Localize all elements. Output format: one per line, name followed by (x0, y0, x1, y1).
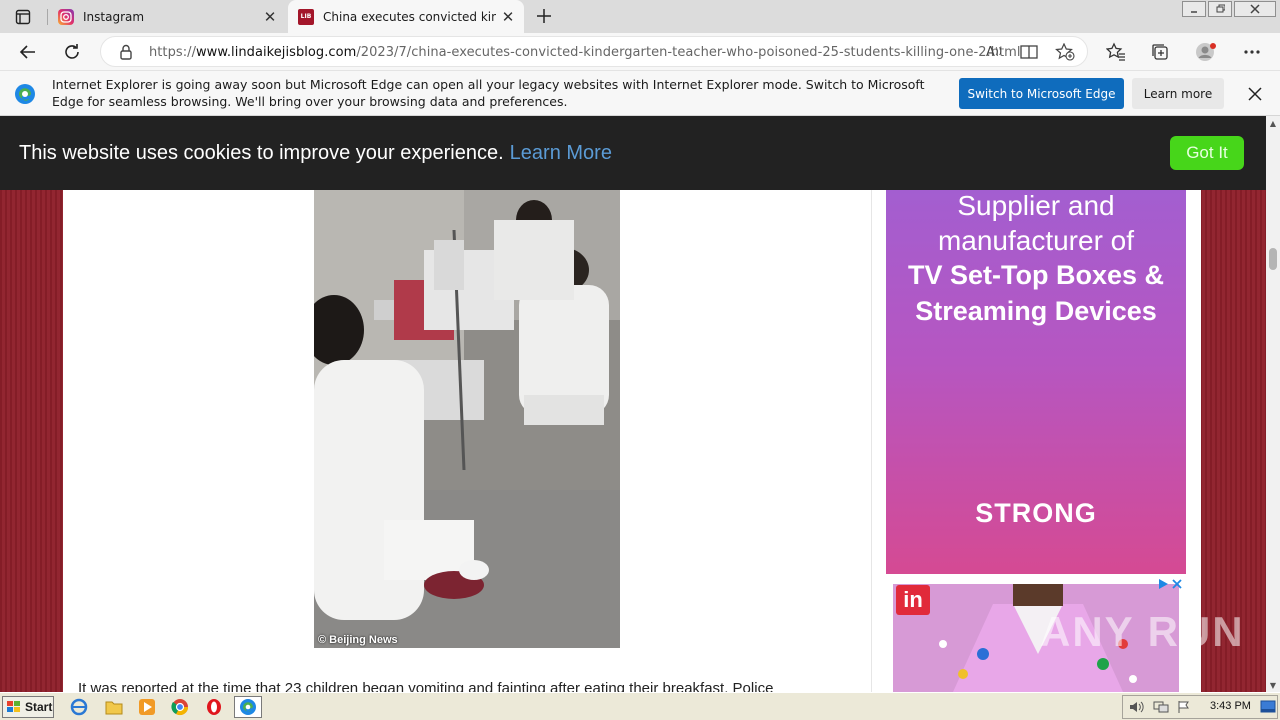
restore-button[interactable] (1208, 1, 1232, 17)
start-label: Start (25, 700, 53, 714)
tab-instagram[interactable]: Instagram ✕ (48, 0, 286, 33)
page-background: © Beijing News It was reported at the ti… (0, 116, 1266, 692)
new-tab-button[interactable] (532, 4, 556, 28)
ad-line: Streaming Devices (915, 296, 1157, 326)
more-menu-icon[interactable] (1238, 38, 1266, 66)
windows-taskbar: Start 3:43 PM (0, 692, 1280, 720)
ad-badge: in (896, 585, 930, 615)
favorites-icon[interactable] (1102, 38, 1130, 66)
close-infobar-icon[interactable] (1244, 83, 1266, 105)
start-button[interactable]: Start (2, 696, 54, 718)
infobar-message: Internet Explorer is going away soon but… (52, 77, 925, 109)
cookie-message: This website uses cookies to improve you… (19, 142, 612, 165)
ad-line: manufacturer of (937, 225, 1135, 256)
content-area: © Beijing News It was reported at the ti… (63, 116, 1201, 692)
article-photo: © Beijing News (314, 190, 620, 648)
url-text[interactable]: https://www.lindaikejisblog.com/2023/7/c… (149, 45, 1021, 60)
switch-to-edge-button[interactable]: Switch to Microsoft Edge (959, 78, 1124, 109)
anyrun-watermark: ANY RUN (1040, 608, 1245, 655)
read-aloud-icon[interactable]: A)) (983, 42, 1005, 62)
scroll-down-arrow-icon[interactable]: ▼ (1266, 678, 1280, 692)
lib-favicon: LIB (298, 8, 314, 25)
volume-icon[interactable] (1129, 700, 1145, 714)
taskbar-opera-icon[interactable] (200, 696, 228, 718)
ad-info-icon[interactable] (1157, 578, 1169, 590)
windows-logo-icon (7, 701, 20, 712)
tab-article[interactable]: LIB China executes convicted kinderg ✕ (288, 0, 524, 33)
photo-credit: © Beijing News (318, 634, 398, 646)
network-icon[interactable] (1153, 700, 1169, 714)
instagram-icon (58, 8, 74, 25)
tab-actions-icon (15, 9, 31, 25)
sidebar-ad-banner[interactable]: Supplier and manufacturer of TV Set-Top … (886, 190, 1186, 574)
tab-actions-button[interactable] (8, 6, 38, 28)
window-controls (1180, 0, 1276, 17)
ad-line: Supplier and (957, 190, 1115, 221)
taskbar-ie-icon[interactable] (65, 696, 93, 718)
sidebar-divider (871, 116, 872, 692)
got-it-button[interactable]: Got It (1170, 136, 1244, 170)
collections-icon[interactable] (1146, 38, 1174, 66)
tab-strip: Instagram ✕ LIB China executes convicted… (0, 0, 1280, 33)
ad-brand-logo: STRONG (975, 498, 1097, 528)
tab-title: China executes convicted kinderg (323, 9, 496, 24)
taskbar-edge-icon[interactable] (234, 696, 262, 718)
cookie-learn-more-link[interactable]: Learn More (510, 142, 612, 164)
taskbar-media-player-icon[interactable] (133, 696, 161, 718)
close-tab-icon[interactable]: ✕ (258, 5, 282, 29)
profile-avatar-icon[interactable] (1192, 38, 1220, 66)
cookie-consent-bar: This website uses cookies to improve you… (0, 116, 1266, 190)
plus-icon (537, 9, 551, 23)
show-desktop-icon[interactable] (1260, 700, 1276, 714)
close-window-button[interactable] (1234, 1, 1276, 17)
back-arrow-icon (19, 45, 35, 59)
back-button[interactable] (13, 37, 43, 67)
ie-mode-infobar: Internet Explorer is going away soon but… (0, 70, 1280, 116)
browser-toolbar: https://www.lindaikejisblog.com/2023/7/c… (0, 33, 1280, 70)
cookie-message-text: This website uses cookies to improve you… (19, 142, 504, 164)
hospital-scene-image (314, 190, 620, 648)
minimize-button[interactable] (1182, 1, 1206, 17)
system-tray (1122, 695, 1278, 719)
taskbar-chrome-icon[interactable] (166, 696, 194, 718)
learn-more-button[interactable]: Learn more (1132, 78, 1224, 109)
add-favorite-icon[interactable] (1054, 42, 1076, 62)
tab-title: Instagram (83, 9, 145, 24)
address-bar[interactable]: https://www.lindaikejisblog.com/2023/7/c… (100, 36, 1088, 67)
ad-choices[interactable] (1155, 577, 1183, 591)
vertical-scrollbar[interactable]: ▲ ▼ (1266, 116, 1280, 692)
scroll-thumb[interactable] (1269, 248, 1277, 270)
article-paragraph: It was reported at the time that 23 chil… (78, 680, 774, 692)
immersive-reader-icon[interactable] (1018, 42, 1040, 62)
edge-logo-icon (15, 84, 35, 104)
refresh-icon (65, 44, 79, 59)
ad-close-icon[interactable] (1171, 578, 1183, 590)
refresh-button[interactable] (57, 37, 87, 67)
close-tab-icon[interactable]: ✕ (496, 5, 520, 29)
flag-icon[interactable] (1177, 700, 1191, 714)
lock-icon[interactable] (117, 43, 135, 61)
taskbar-explorer-icon[interactable] (100, 696, 128, 718)
taskbar-clock: 3:43 PM (1210, 700, 1251, 712)
ad-line: TV Set-Top Boxes & (907, 260, 1165, 290)
scroll-up-arrow-icon[interactable]: ▲ (1266, 116, 1280, 130)
